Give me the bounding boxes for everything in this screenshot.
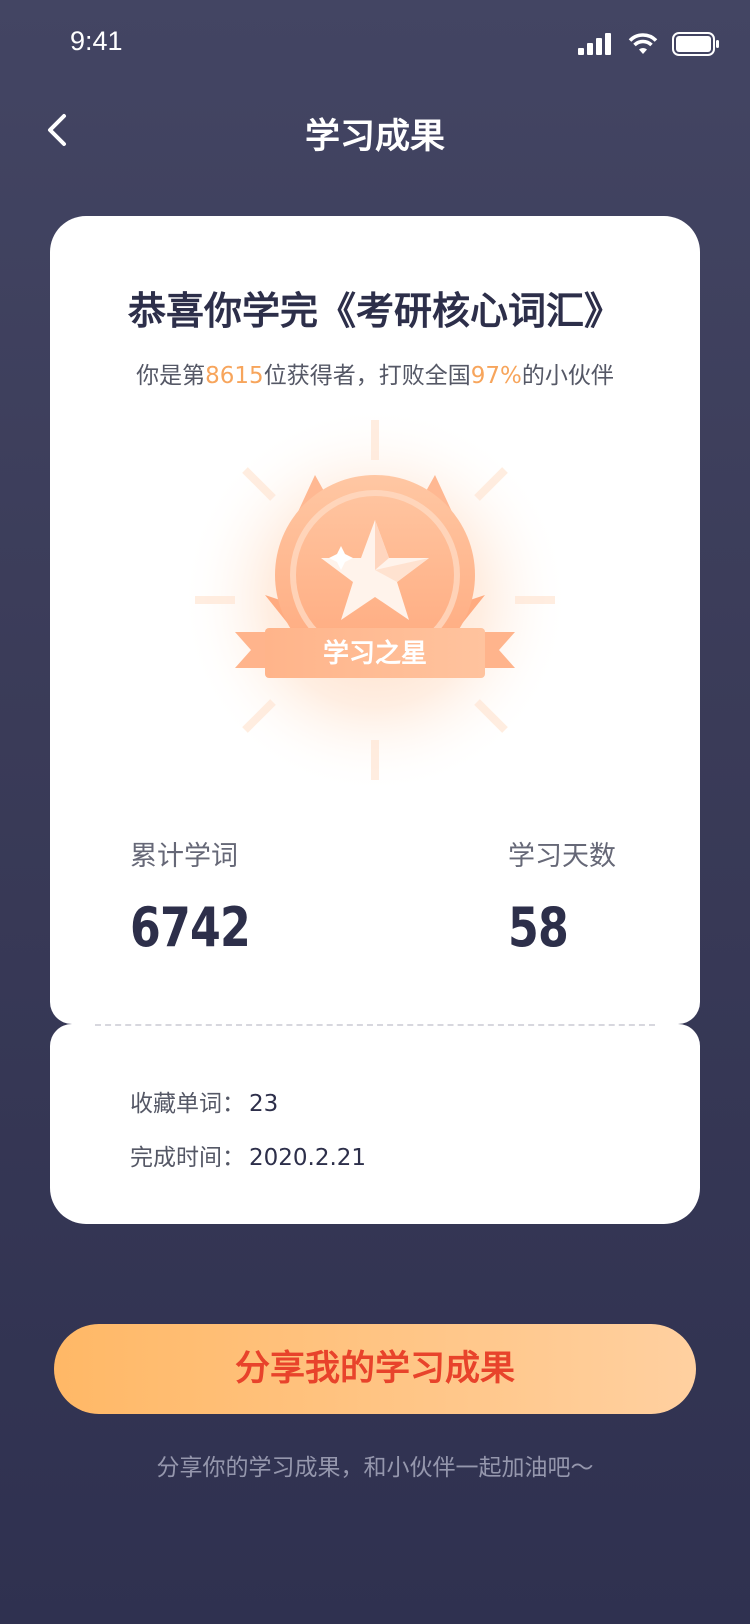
status-icons bbox=[578, 32, 720, 56]
dashed-divider bbox=[95, 1024, 655, 1026]
info-row-favorites: 收藏单词： 23 bbox=[130, 1084, 278, 1118]
stat-value-words: 6742 bbox=[130, 896, 251, 959]
share-tip: 分享你的学习成果，和小伙伴一起加油吧～ bbox=[156, 1455, 594, 1481]
rank-prefix: 你是第 bbox=[136, 363, 206, 389]
beat-percent: 97% bbox=[470, 363, 522, 389]
battery-icon bbox=[672, 32, 719, 56]
rank-mid: 位获得者，打败全国 bbox=[263, 363, 471, 389]
info-value: 23 bbox=[249, 1091, 279, 1117]
stat-value-days: 58 bbox=[508, 896, 569, 959]
wifi-icon bbox=[628, 33, 658, 54]
share-results-button[interactable]: 分享我的学习成果 bbox=[54, 1324, 696, 1414]
badge-title: 学习之星 bbox=[323, 638, 427, 669]
page-title: 学习成果 bbox=[304, 117, 445, 157]
info-row-completion: 完成时间： 2020.2.21 bbox=[130, 1138, 366, 1172]
rank-summary: 你是第8615位获得者，打败全国97%的小伙伴 bbox=[50, 356, 700, 390]
info-value: 2020.2.21 bbox=[249, 1145, 367, 1171]
rank-suffix: 的小伙伴 bbox=[521, 363, 614, 389]
details-card bbox=[50, 1024, 700, 1224]
info-label: 完成时间： bbox=[130, 1145, 245, 1171]
info-label: 收藏单词： bbox=[130, 1091, 245, 1117]
medal-badge-icon: 学习之星 bbox=[180, 405, 570, 795]
status-time: 9:41 bbox=[70, 26, 123, 56]
signal-icon bbox=[578, 33, 611, 55]
stat-label-days: 学习天数 bbox=[508, 841, 616, 872]
congrats-headline: 恭喜你学完《考研核心词汇》 bbox=[127, 289, 622, 333]
stat-label-words: 累计学词 bbox=[130, 841, 238, 872]
rank-number: 8615 bbox=[205, 363, 264, 389]
